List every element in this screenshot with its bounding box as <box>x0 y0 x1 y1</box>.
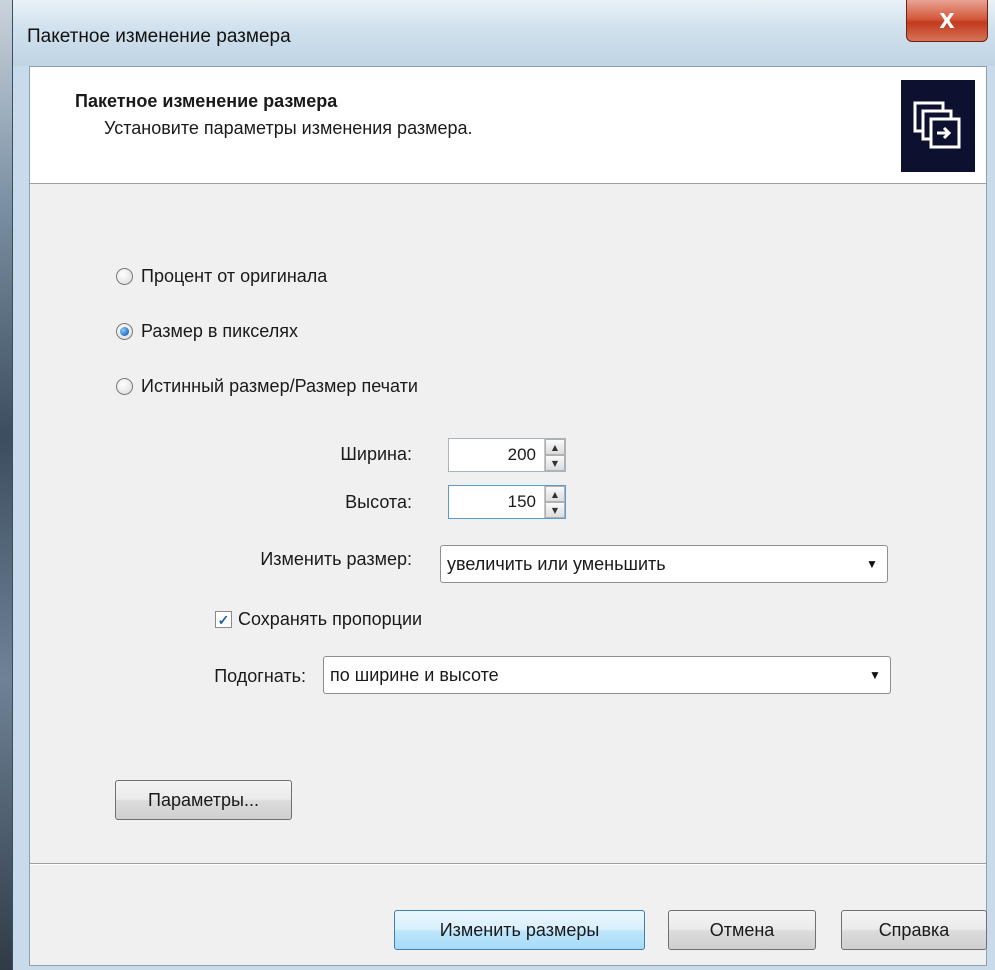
header-title: Пакетное изменение размера <box>75 91 338 111</box>
radio-label: Истинный размер/Размер печати <box>141 376 418 396</box>
spin-down-icon[interactable]: ▼ <box>545 502 565 518</box>
width-spin-buttons: ▲ ▼ <box>544 439 565 471</box>
width-label: Ширина: <box>340 444 412 464</box>
spin-down-icon[interactable]: ▼ <box>545 455 565 471</box>
batch-resize-icon-graphic <box>913 101 961 149</box>
width-spinbox[interactable]: 200 ▲ ▼ <box>448 438 566 472</box>
header-subtitle: Установите параметры изменения размера. <box>104 118 473 138</box>
width-input[interactable]: 200 <box>449 439 544 471</box>
radio-label: Процент от оригинала <box>141 266 328 286</box>
height-spinbox[interactable]: 150 ▲ ▼ <box>448 485 566 519</box>
parameters-button[interactable]: Параметры... <box>115 780 292 820</box>
spin-up-icon[interactable]: ▲ <box>545 486 565 502</box>
radio-true-size-print[interactable]: Истинный размер/Размер печати <box>116 376 418 397</box>
title-bar: Пакетное изменение размера X <box>13 0 995 66</box>
keep-proportions-checkbox-row[interactable]: ✓ Сохранять пропорции <box>215 609 422 630</box>
dialog-client-area: Пакетное изменение размера Установите па… <box>29 66 987 966</box>
help-button[interactable]: Справка <box>841 910 987 950</box>
resize-mode-select[interactable]: увеличить или уменьшить ▼ <box>440 545 888 583</box>
dialog-header: Пакетное изменение размера Установите па… <box>30 67 986 184</box>
chevron-down-icon: ▼ <box>866 557 878 571</box>
height-label: Высота: <box>345 492 412 512</box>
batch-resize-icon <box>901 80 975 172</box>
resize-mode-value: увеличить или уменьшить <box>447 553 666 574</box>
fit-select[interactable]: по ширине и высоте ▼ <box>323 656 891 694</box>
window-title: Пакетное изменение размера <box>27 26 291 47</box>
close-button[interactable]: X <box>906 0 988 42</box>
fit-value: по ширине и высоте <box>330 664 499 685</box>
radio-button[interactable] <box>116 268 133 285</box>
keep-proportions-label: Сохранять пропорции <box>238 609 423 629</box>
close-icon: X <box>939 8 955 33</box>
resize-mode-label: Изменить размер: <box>260 549 412 569</box>
height-input[interactable]: 150 <box>449 486 544 518</box>
footer-divider <box>30 863 986 865</box>
keep-proportions-checkbox[interactable]: ✓ <box>215 611 232 628</box>
height-spin-buttons: ▲ ▼ <box>544 486 565 518</box>
fit-label: Подогнать: <box>214 666 306 686</box>
radio-label: Размер в пикселях <box>141 321 298 341</box>
cancel-button[interactable]: Отмена <box>668 910 816 950</box>
radio-percent-of-original[interactable]: Процент от оригинала <box>116 266 327 287</box>
resize-button[interactable]: Изменить размеры <box>394 910 645 950</box>
chevron-down-icon: ▼ <box>869 668 881 682</box>
dialog-window: Пакетное изменение размера X Пакетное из… <box>12 0 995 970</box>
desktop-background <box>0 0 12 970</box>
radio-button-selected[interactable] <box>116 323 133 340</box>
radio-button[interactable] <box>116 378 133 395</box>
radio-size-in-pixels[interactable]: Размер в пикселях <box>116 321 298 342</box>
spin-up-icon[interactable]: ▲ <box>545 439 565 455</box>
